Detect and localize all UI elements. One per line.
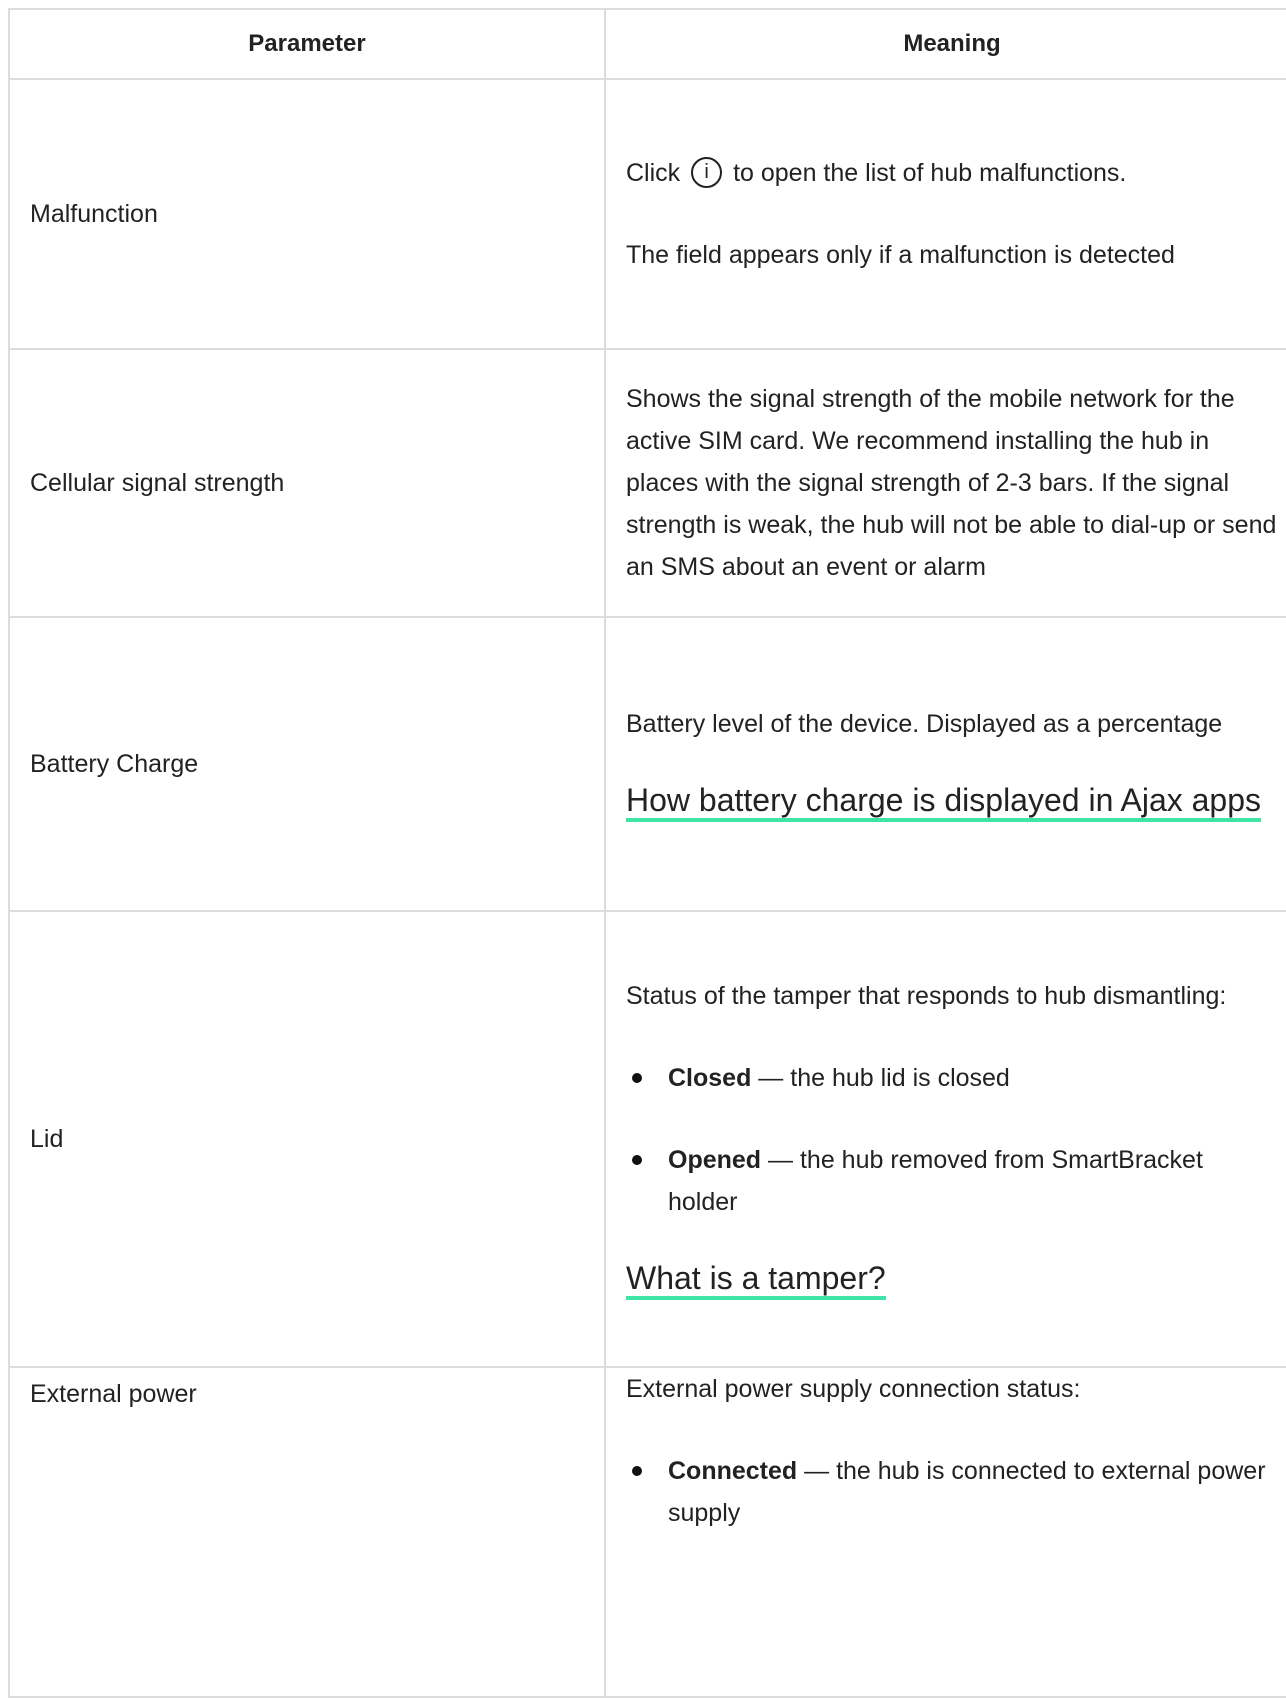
meaning-text: Status of the tamper that responds to hu… (626, 982, 1227, 1010)
meaning-cell: Shows the signal strength of the mobile … (604, 348, 1286, 618)
meaning-line: Click i to open the list of hub malfunct… (626, 152, 1278, 194)
meaning-text: Battery level of the device. Displayed a… (626, 710, 1223, 738)
status-list: Closed — the hub lid is closed Opened — … (626, 1057, 1278, 1223)
tamper-link[interactable]: What is a tamper? (626, 1260, 886, 1300)
list-item: Connected — the hub is connected to exte… (626, 1450, 1278, 1534)
parameter-cell: Cellular signal strength (8, 348, 606, 618)
parameter-cell: Battery Charge (8, 616, 606, 912)
info-icon[interactable]: i (691, 156, 723, 188)
header-meaning: Meaning (604, 8, 1286, 80)
meaning-text: Shows the signal strength of the mobile … (626, 385, 1277, 581)
parameter-cell: Malfunction (8, 78, 606, 350)
list-item: Closed — the hub lid is closed (626, 1057, 1278, 1099)
click-text-after: to open the list of hub malfunctions. (733, 159, 1127, 187)
list-item: Opened — the hub removed from SmartBrack… (626, 1139, 1278, 1223)
click-text: Click (626, 159, 681, 187)
table-row: Malfunction Click i to open the list of … (8, 78, 1286, 350)
table-row: Cellular signal strength Shows the signa… (8, 348, 1286, 618)
parameter-cell: Lid (8, 910, 606, 1368)
meaning-cell: Click i to open the list of hub malfunct… (604, 78, 1286, 350)
table-header-row: Parameter Meaning (8, 8, 1286, 80)
table-row: External power External power supply con… (8, 1366, 1286, 1698)
header-parameter: Parameter (8, 8, 606, 80)
meaning-cell: Status of the tamper that responds to hu… (604, 910, 1286, 1368)
meaning-cell: Battery level of the device. Displayed a… (604, 616, 1286, 912)
meaning-text: External power supply connection status: (626, 1375, 1081, 1403)
table-row: Lid Status of the tamper that responds t… (8, 910, 1286, 1368)
meaning-cell: External power supply connection status:… (604, 1366, 1286, 1698)
status-list: Connected — the hub is connected to exte… (626, 1450, 1278, 1534)
parameters-table: Parameter Meaning Malfunction Click i to… (8, 8, 1286, 1698)
battery-charge-link[interactable]: How battery charge is displayed in Ajax … (626, 782, 1262, 822)
meaning-note: The field appears only if a malfunction … (626, 241, 1175, 269)
parameter-cell: External power (8, 1366, 606, 1698)
table-row: Battery Charge Battery level of the devi… (8, 616, 1286, 912)
